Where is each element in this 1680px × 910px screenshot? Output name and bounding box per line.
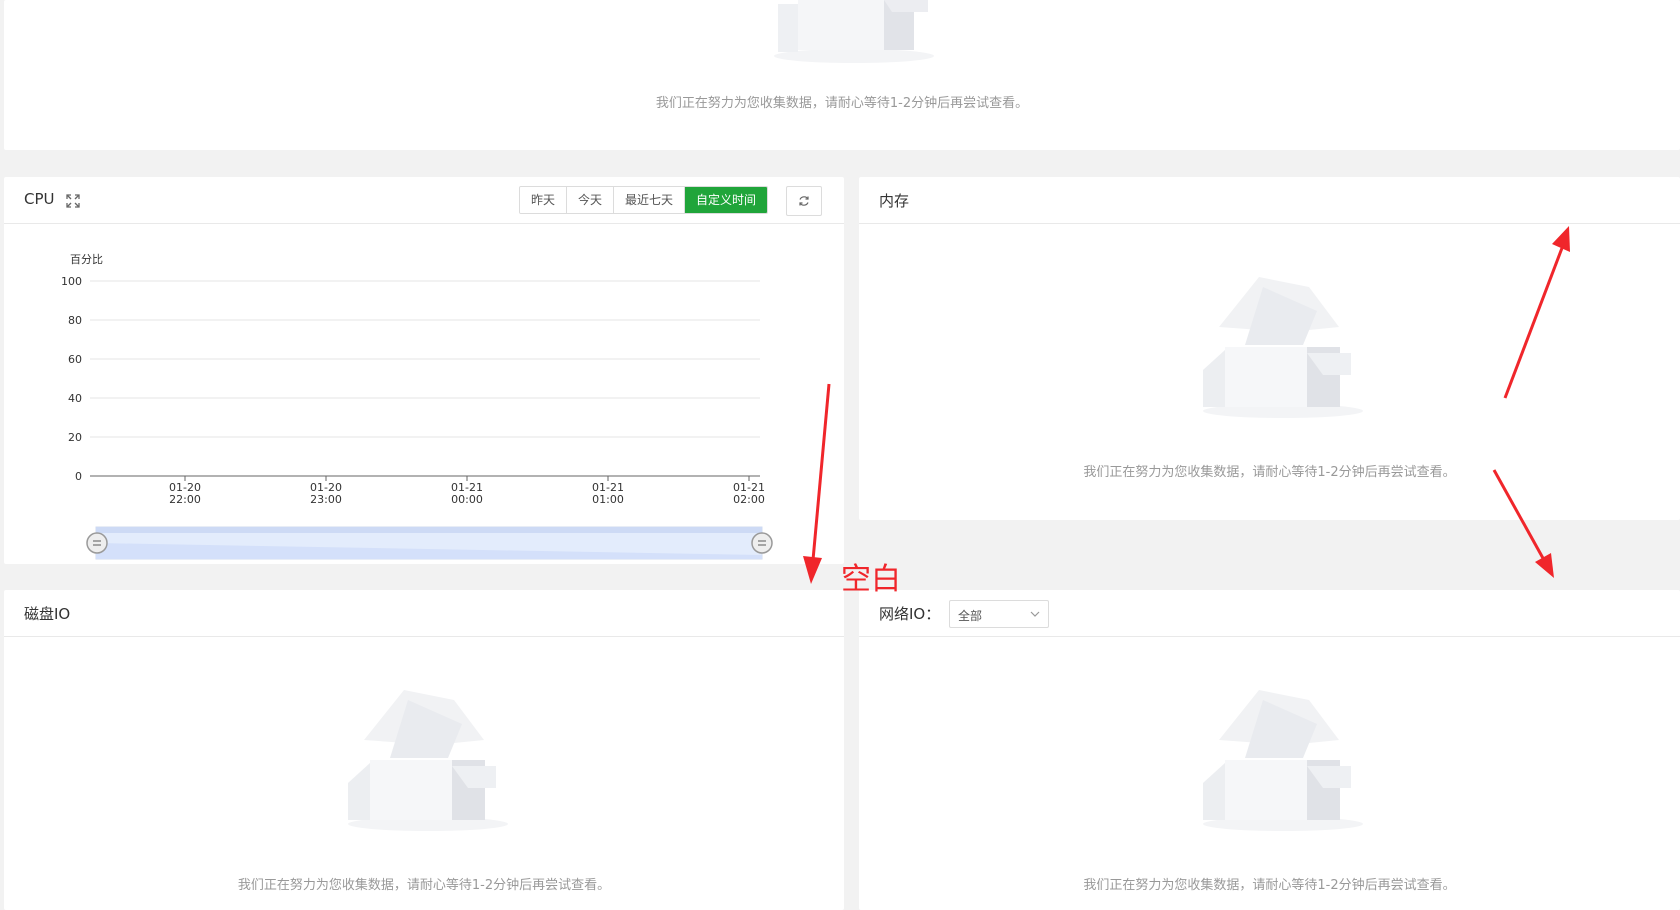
- x-tick-label-time: 22:00: [169, 493, 201, 506]
- x-tick-label-time: 00:00: [451, 493, 483, 506]
- y-tick-label: 0: [75, 470, 82, 483]
- range-yesterday-button[interactable]: 昨天: [520, 187, 568, 213]
- cpu-chart: 百分比10080604020001-2022:0001-2023:0001-21…: [61, 253, 773, 560]
- cpu-panel-title: CPU: [24, 190, 55, 208]
- memory-panel: 内存 我们正在努力为您收集数据，请耐心等待1-2分钟后再尝试查看。: [859, 177, 1680, 520]
- network-interface-select[interactable]: 全部: [949, 600, 1049, 628]
- zoom-handle-left[interactable]: [86, 532, 108, 554]
- range-custom-button[interactable]: 自定义时间: [685, 187, 768, 213]
- y-tick-label: 20: [68, 431, 82, 444]
- range-last7days-button[interactable]: 最近七天: [614, 187, 686, 213]
- refresh-button[interactable]: [786, 186, 822, 216]
- network-panel: 网络IO： 全部 我们正在努力为您收集数据，请耐心等待1-2分钟后再尝试查看。: [859, 590, 1680, 910]
- chevron-down-icon: [1030, 611, 1040, 617]
- network-panel-title: 网络IO：: [879, 605, 941, 623]
- empty-box-icon: [1203, 690, 1363, 831]
- network-select-value: 全部: [958, 609, 983, 623]
- annotation-label: 空白: [841, 562, 901, 597]
- y-tick-label: 40: [68, 392, 82, 405]
- disk-panel-title: 磁盘IO: [24, 605, 71, 623]
- top-empty-text: 我们正在努力为您收集数据，请耐心等待1-2分钟后再尝试查看。: [655, 96, 1029, 111]
- cpu-panel-header: CPU 昨天 今天 最近七天 自定义时间: [4, 177, 844, 224]
- network-empty-text: 我们正在努力为您收集数据，请耐心等待1-2分钟后再尝试查看。: [1083, 878, 1456, 893]
- x-tick-label-time: 02:00: [733, 493, 765, 506]
- memory-panel-title: 内存: [879, 192, 910, 210]
- disk-panel-header: 磁盘IO: [4, 590, 844, 637]
- y-tick-label: 80: [68, 314, 82, 327]
- cpu-panel: CPU 昨天 今天 最近七天 自定义时间 百分比 100 80 60 40 20 0 01-2: [4, 177, 844, 564]
- memory-empty-text: 我们正在努力为您收集数据，请耐心等待1-2分钟后再尝试查看。: [1083, 465, 1456, 480]
- y-tick-label: 60: [68, 353, 82, 366]
- disk-empty-text: 我们正在努力为您收集数据，请耐心等待1-2分钟后再尝试查看。: [237, 878, 611, 893]
- zoom-slider-top-bar: [96, 527, 762, 533]
- memory-panel-header: 内存: [859, 177, 1680, 224]
- x-tick-label-time: 23:00: [310, 493, 342, 506]
- x-tick-label-time: 01:00: [592, 493, 624, 506]
- empty-box-icon: [348, 690, 508, 831]
- empty-box-icon: [1203, 277, 1363, 418]
- refresh-icon: [799, 196, 809, 206]
- top-panel: 我们正在努力为您收集数据，请耐心等待1-2分钟后再尝试查看。: [4, 0, 1680, 150]
- zoom-handle-right[interactable]: [751, 532, 773, 554]
- y-axis-label: 百分比: [70, 253, 103, 266]
- disk-panel: 磁盘IO 我们正在努力为您收集数据，请耐心等待1-2分钟后再尝试查看。: [4, 590, 844, 910]
- network-panel-header: 网络IO： 全部: [859, 590, 1680, 637]
- range-today-button[interactable]: 今天: [567, 187, 615, 213]
- empty-box-icon: [774, 0, 934, 63]
- y-tick-label: 100: [61, 275, 82, 288]
- time-range-group: 昨天 今天 最近七天 自定义时间: [519, 186, 769, 214]
- fullscreen-icon[interactable]: [66, 194, 80, 208]
